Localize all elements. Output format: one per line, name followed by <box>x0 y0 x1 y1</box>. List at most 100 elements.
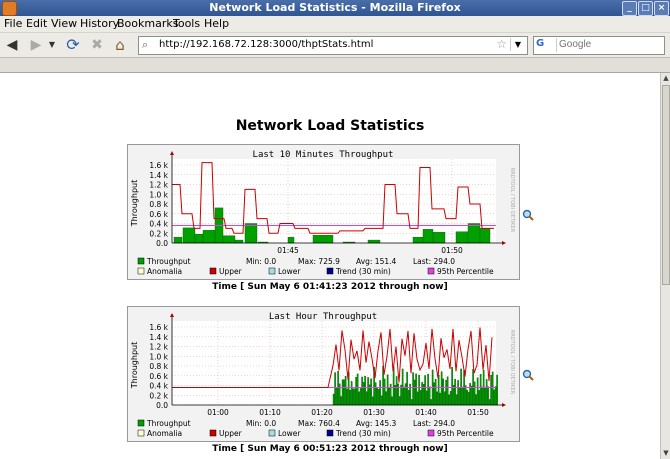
throughput-bar <box>457 380 459 406</box>
y-tick-label: 1.0 k <box>149 352 168 361</box>
history-dropdown-icon[interactable]: ▼ <box>47 36 57 54</box>
menu-edit[interactable]: Edit <box>26 17 47 30</box>
throughput-bar <box>340 396 342 406</box>
legend-swatch-throughput <box>137 257 145 265</box>
y-axis-arrow <box>170 151 174 155</box>
forward-icon[interactable]: ▶ <box>27 36 45 54</box>
close-button[interactable]: × <box>654 1 669 16</box>
throughput-bar <box>467 223 481 244</box>
throughput-bar <box>388 387 390 406</box>
throughput-bar <box>439 392 441 406</box>
stop-icon[interactable]: ✖ <box>88 36 106 54</box>
menu-help[interactable]: Help <box>204 17 229 30</box>
throughput-bar <box>494 386 497 406</box>
throughput-bar <box>202 230 216 244</box>
scroll-up-icon[interactable]: ▲ <box>662 74 670 83</box>
throughput-bar <box>448 394 450 406</box>
maximize-button[interactable]: □ <box>638 1 653 16</box>
navigation-toolbar: ◀ ▶ ▼ ⟳ ✖ ⌂ ⌕ http://192.168.72.128:3000… <box>0 33 670 58</box>
throughput-bar <box>413 379 416 406</box>
throughput-bar <box>478 390 480 406</box>
throughput-bar <box>376 387 378 406</box>
y-tick-label: 0.0 <box>156 239 168 248</box>
legend-anomalia: Anomalia <box>147 267 182 276</box>
throughput-bar <box>353 388 356 406</box>
search-engine-icon[interactable]: G <box>536 38 557 52</box>
page-content: Network Load Statistics Last 10 Minutes … <box>0 73 660 459</box>
y-axis-label: Throughput <box>130 180 139 227</box>
scroll-down-icon[interactable]: ▼ <box>662 449 670 458</box>
legend-min: Min: 0.0 <box>246 419 276 428</box>
x-tick-label: 01:20 <box>311 408 333 417</box>
throughput-bar <box>395 376 398 406</box>
throughput-bar <box>484 387 486 406</box>
legend-avg: Avg: 145.3 <box>356 419 397 428</box>
magnifier-icon[interactable] <box>522 206 534 221</box>
throughput-bar <box>428 386 431 406</box>
menu-tools[interactable]: Tools <box>173 17 200 30</box>
throughput-bar <box>422 229 434 244</box>
throughput-bar <box>407 389 410 406</box>
throughput-bar <box>359 388 362 406</box>
home-icon[interactable]: ⌂ <box>111 36 129 54</box>
throughput-bar <box>349 389 351 406</box>
window-title: Network Load Statistics - Mozilla Firefo… <box>209 1 461 14</box>
menu-history[interactable]: History <box>80 17 119 30</box>
throughput-bar <box>425 390 428 406</box>
throughput-bar <box>222 235 236 244</box>
throughput-bar <box>418 374 420 406</box>
y-tick-label: 1.2 k <box>149 181 168 190</box>
throughput-bar <box>287 236 295 244</box>
legend-throughput: Throughput <box>146 419 191 428</box>
x-tick-label: 01:00 <box>207 408 229 417</box>
menu-file[interactable]: File <box>4 17 22 30</box>
throughput-bar <box>481 386 483 406</box>
throughput-bar <box>451 367 453 406</box>
magnifier-icon[interactable] <box>522 366 534 381</box>
legend-swatch-throughput <box>137 419 145 427</box>
y-tick-label: 1.6 k <box>149 161 168 170</box>
address-dropdown-icon[interactable]: ▼ <box>510 38 525 51</box>
scrollbar-thumb[interactable] <box>662 85 670 285</box>
throughput-bar <box>377 388 380 406</box>
y-tick-label: 0.6 k <box>149 210 168 219</box>
legend-swatch-trend <box>326 267 334 275</box>
menu-bookmarks[interactable]: Bookmarks <box>117 17 178 30</box>
legend-swatch-upper <box>209 429 217 437</box>
throughput-bar <box>476 377 479 406</box>
legend-trend: Trend (30 min) <box>335 267 391 276</box>
throughput-bar <box>455 394 458 406</box>
throughput-bar <box>346 388 348 406</box>
y-tick-label: 0.2 k <box>149 229 168 238</box>
graph-10min-caption: Time [ Sun May 6 01:41:23 2012 through n… <box>212 282 448 292</box>
throughput-bar <box>496 374 498 406</box>
back-icon[interactable]: ◀ <box>3 36 21 54</box>
bookmark-star-icon[interactable]: ☆ <box>496 37 507 51</box>
legend-max: Max: 725.9 <box>298 257 340 266</box>
vertical-scrollbar[interactable]: ▲ ▼ <box>660 73 670 459</box>
menu-view[interactable]: View <box>51 17 77 30</box>
throughput-bar <box>467 391 470 406</box>
throughput-bar <box>356 373 359 406</box>
address-bar[interactable]: ⌕ http://192.168.72.128:3000/thptStats.h… <box>138 36 528 55</box>
y-tick-label: 1.0 k <box>149 190 168 199</box>
legend-95th: 95th Percentile <box>437 267 494 276</box>
throughput-bar <box>385 391 387 406</box>
throughput-bar <box>374 382 377 406</box>
search-input[interactable] <box>559 38 659 51</box>
page-title: Network Load Statistics <box>235 118 425 134</box>
throughput-bar <box>194 234 204 244</box>
reload-icon[interactable]: ⟳ <box>64 36 82 54</box>
throughput-bar <box>394 385 396 406</box>
search-box[interactable]: G <box>533 36 665 55</box>
throughput-bar <box>415 373 417 406</box>
throughput-bar <box>337 370 339 406</box>
throughput-bar <box>234 239 244 244</box>
y-tick-label: 0.2 k <box>149 391 168 400</box>
y-axis-arrow <box>170 313 174 317</box>
page-magnifier-icon: ⌕ <box>142 38 149 51</box>
minimize-button[interactable]: _ <box>622 1 637 16</box>
throughput-bar <box>361 376 363 406</box>
throughput-bar <box>452 385 455 406</box>
y-tick-label: 1.4 k <box>149 171 168 180</box>
